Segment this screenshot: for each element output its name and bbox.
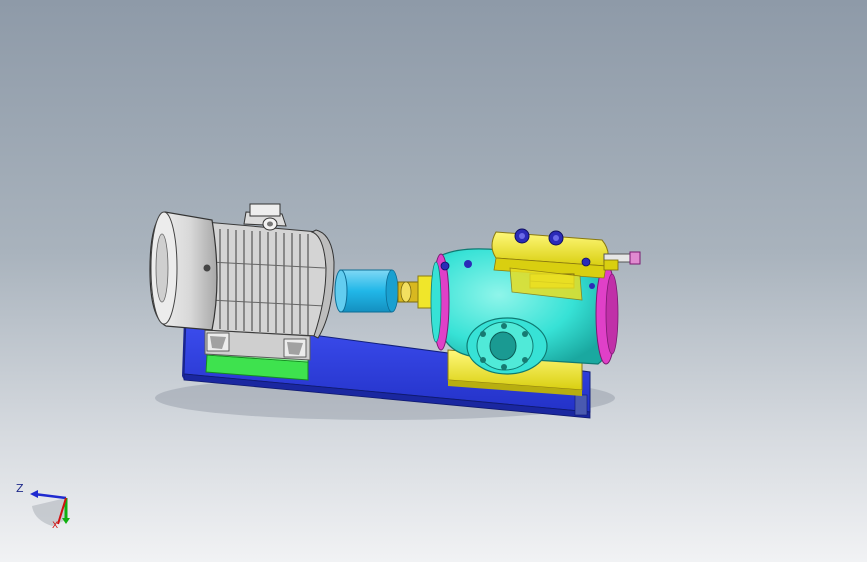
- 3d-viewport[interactable]: Z X: [0, 0, 867, 562]
- discharge-flange[interactable]: [466, 317, 548, 375]
- x-axis-label: X: [52, 521, 59, 531]
- motor-fan-cover[interactable]: [149, 211, 218, 331]
- pump-motor-assembly-model[interactable]: [0, 0, 867, 562]
- electric-motor[interactable]: [204, 203, 335, 339]
- z-axis-arrow: [30, 490, 38, 498]
- z-axis-label: Z: [16, 482, 24, 495]
- pump-shaft-seal: [397, 275, 435, 309]
- orientation-triad[interactable]: Z X: [10, 474, 80, 534]
- z-axis-line: [33, 492, 67, 500]
- relief-valve[interactable]: [603, 251, 641, 271]
- shaft-coupling[interactable]: [334, 269, 399, 313]
